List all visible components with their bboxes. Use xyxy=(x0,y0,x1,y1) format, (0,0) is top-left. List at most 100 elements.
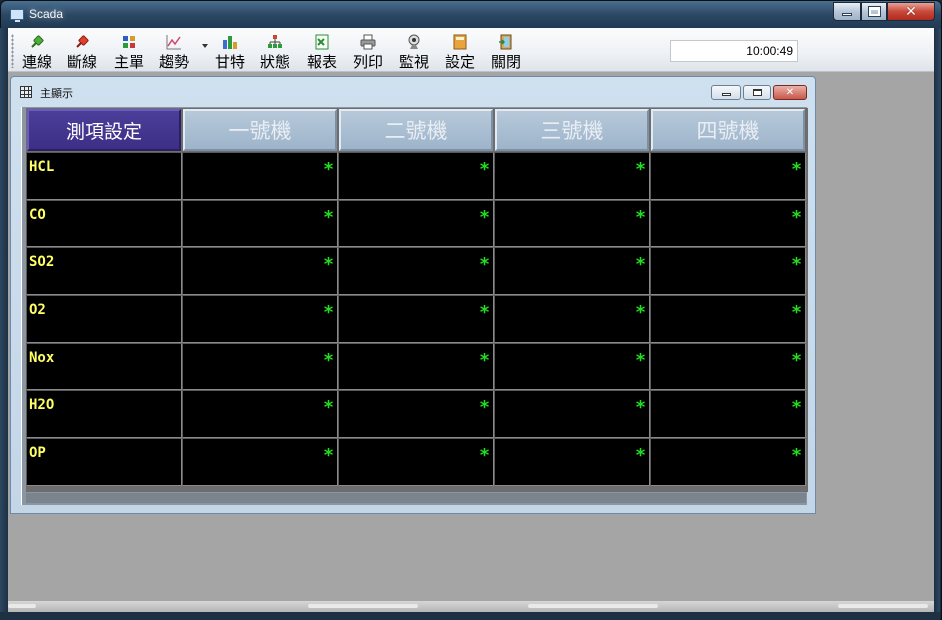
value-cell: * xyxy=(338,342,494,391)
toolbar-button-notebook[interactable]: 設定 xyxy=(445,32,476,71)
toolbar-button-label: 報表 xyxy=(307,53,338,71)
value-cell: * xyxy=(494,152,650,200)
row-label: CO xyxy=(29,206,46,223)
webcam-icon xyxy=(406,34,422,50)
value-cell: * xyxy=(338,247,494,296)
value-text: * xyxy=(791,254,802,276)
value-cell: * xyxy=(182,390,338,439)
toolbar-button-bar-chart[interactable]: 甘特 xyxy=(215,32,246,71)
client-area: 連線 斷線 主單 趨勢 甘特 狀態 報表 列印 監視 設定 關閉 10:00:49 主顯示 ✕ 測項… xyxy=(8,28,934,612)
value-text: * xyxy=(635,397,646,419)
header-machine-3[interactable]: 三號機 xyxy=(495,109,649,151)
disconnect-plug-icon xyxy=(74,34,90,50)
toolbar-button-label: 關閉 xyxy=(491,53,522,71)
row-label-cell: OP xyxy=(26,438,182,486)
title-bar[interactable]: Scada ✕ xyxy=(1,1,941,29)
value-cell: * xyxy=(494,247,650,296)
toolbar-button-grid-menu[interactable]: 主單 xyxy=(114,32,145,71)
bar-chart-icon xyxy=(222,34,238,50)
clock-display: 10:00:49 xyxy=(670,40,798,62)
connect-plug-icon xyxy=(29,34,45,50)
value-cell: * xyxy=(338,152,494,200)
header-machine-2[interactable]: 二號機 xyxy=(339,109,493,151)
row-label: HCL xyxy=(29,159,55,175)
close-button[interactable]: ✕ xyxy=(887,2,935,21)
toolbar-button-connect-plug[interactable]: 連線 xyxy=(22,32,52,71)
row-label-cell: Nox xyxy=(26,342,182,391)
child-window-title: 主顯示 xyxy=(40,87,73,100)
toolbar-button-spreadsheet[interactable]: 報表 xyxy=(307,32,338,71)
maximize-icon xyxy=(752,89,762,96)
close-icon: ✕ xyxy=(785,86,795,98)
window-left-border xyxy=(0,28,8,618)
toolbar-button-label: 主單 xyxy=(114,53,145,71)
exit-door-icon xyxy=(498,34,514,50)
bottom-scroll-strip xyxy=(8,601,934,612)
value-text: * xyxy=(479,254,490,276)
window-right-border xyxy=(934,28,940,618)
close-icon: ✕ xyxy=(905,3,917,20)
value-text: * xyxy=(791,445,802,467)
trend-chart-icon xyxy=(166,34,182,50)
header-machine-4[interactable]: 四號機 xyxy=(651,109,805,151)
value-cell: * xyxy=(650,438,806,486)
toolbar-button-disconnect-plug[interactable]: 斷線 xyxy=(67,32,98,71)
child-close-button[interactable]: ✕ xyxy=(773,85,807,100)
row-label-cell: SO2 xyxy=(26,247,182,296)
header-measure-settings[interactable]: 測項設定 xyxy=(27,109,181,151)
window-bottom-border xyxy=(0,612,940,620)
header-machine-1[interactable]: 一號機 xyxy=(183,109,337,151)
toolbar-button-webcam[interactable]: 監視 xyxy=(399,32,430,71)
toolbar-button-label: 設定 xyxy=(445,53,476,71)
value-text: * xyxy=(635,349,646,371)
toolbar-button-exit-door[interactable]: 關閉 xyxy=(491,32,522,71)
toolbar-button-label: 監視 xyxy=(399,53,430,71)
trend-dropdown-arrow-icon[interactable] xyxy=(202,44,208,48)
value-text: * xyxy=(791,206,802,228)
measurement-table: 測項設定 一號機 二號機 三號機 四號機 HCL * * * * CO * * * * SO2 * * * * O2 * *… xyxy=(26,108,808,492)
row-label: SO2 xyxy=(29,254,55,271)
row-label: OP xyxy=(29,445,46,462)
value-text: * xyxy=(479,302,490,324)
row-label-cell: O2 xyxy=(26,295,182,343)
value-cell: * xyxy=(650,247,806,296)
value-text: * xyxy=(791,302,802,324)
value-cell: * xyxy=(650,342,806,391)
toolbar-button-label: 斷線 xyxy=(67,53,98,71)
value-cell: * xyxy=(494,295,650,343)
value-text: * xyxy=(635,206,646,228)
value-cell: * xyxy=(650,390,806,439)
minimize-button[interactable] xyxy=(833,2,861,21)
toolbar-grip[interactable] xyxy=(11,34,14,68)
toolbar-button-label: 甘特 xyxy=(215,53,246,71)
value-cell: * xyxy=(494,390,650,439)
child-minimize-button[interactable] xyxy=(711,85,741,100)
maximize-button[interactable] xyxy=(861,2,887,21)
value-cell: * xyxy=(338,390,494,439)
window-title: Scada xyxy=(29,7,64,21)
row-label-cell: HCL xyxy=(26,152,182,200)
main-toolbar: 連線 斷線 主單 趨勢 甘特 狀態 報表 列印 監視 設定 關閉 10:00:49 xyxy=(8,28,934,72)
maximize-icon xyxy=(868,7,880,16)
value-text: * xyxy=(479,159,490,180)
value-cell: * xyxy=(182,247,338,296)
toolbar-button-printer[interactable]: 列印 xyxy=(353,32,384,71)
value-cell: * xyxy=(338,199,494,248)
toolbar-button-trend-chart[interactable]: 趨勢 xyxy=(159,32,189,71)
row-label-cell: H2O xyxy=(26,390,182,439)
value-text: * xyxy=(635,159,646,180)
value-text: * xyxy=(323,445,334,467)
value-cell: * xyxy=(650,199,806,248)
value-text: * xyxy=(791,349,802,371)
child-maximize-button[interactable] xyxy=(743,85,771,100)
value-text: * xyxy=(479,397,490,419)
value-cell: * xyxy=(494,438,650,486)
toolbar-button-org-chart[interactable]: 狀態 xyxy=(260,32,290,71)
minimize-icon xyxy=(842,13,852,16)
table-bottom-bar xyxy=(26,493,806,503)
toolbar-button-label: 列印 xyxy=(353,53,384,71)
value-text: * xyxy=(635,445,646,467)
org-chart-icon xyxy=(267,34,283,50)
row-label-cell: CO xyxy=(26,199,182,248)
value-text: * xyxy=(635,302,646,324)
